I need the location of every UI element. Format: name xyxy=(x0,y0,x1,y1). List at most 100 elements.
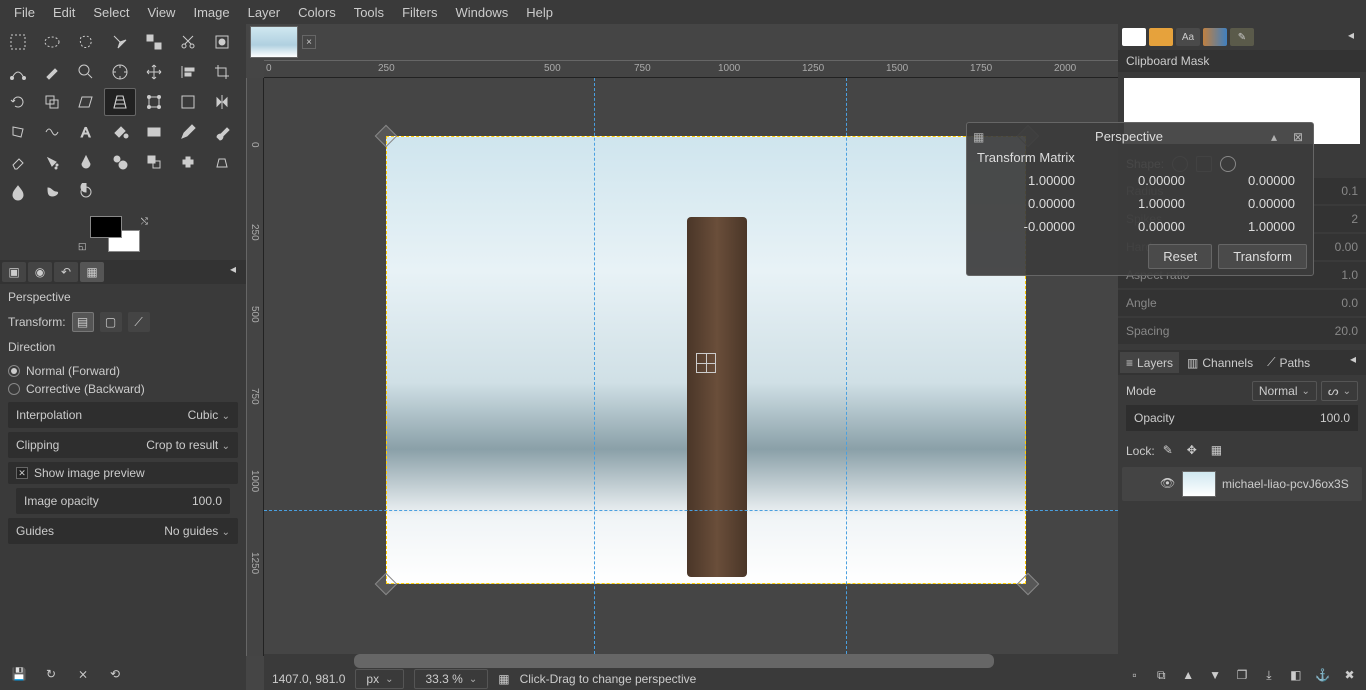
transform-button[interactable]: Transform xyxy=(1218,244,1307,269)
tool-rect-select[interactable] xyxy=(2,28,34,56)
tool-bucket-fill[interactable] xyxy=(104,118,136,146)
duplicate-layer-icon[interactable]: ❐ xyxy=(1230,664,1255,686)
tool-paintbrush[interactable] xyxy=(206,118,238,146)
layer-visibility-icon[interactable]: 👁 xyxy=(1160,476,1176,492)
tool-eraser[interactable] xyxy=(2,148,34,176)
lock-position-icon[interactable]: ✥ xyxy=(1187,443,1203,459)
tool-crop[interactable] xyxy=(206,58,238,86)
fonts-tab[interactable]: Aa xyxy=(1176,28,1200,46)
tab-images[interactable]: ▦ xyxy=(80,262,104,282)
direction-normal-radio[interactable]: Normal (Forward) xyxy=(8,362,238,380)
ruler-horizontal[interactable]: 0 250 500 750 1000 1250 1500 1750 2000 xyxy=(264,60,1118,78)
guide-vertical-2[interactable] xyxy=(846,78,847,654)
paths-tab[interactable]: ⟋ Paths xyxy=(1261,352,1316,373)
lock-pixels-icon[interactable]: ✎ xyxy=(1163,443,1179,459)
horizontal-scrollbar[interactable] xyxy=(264,654,1118,668)
tool-perspective-clone[interactable] xyxy=(206,148,238,176)
perspective-center-icon[interactable] xyxy=(696,353,716,373)
delete-preset-icon[interactable]: ⨯ xyxy=(68,662,98,686)
gradients-tab[interactable] xyxy=(1203,28,1227,46)
tool-rotate[interactable] xyxy=(2,88,34,116)
tool-move[interactable] xyxy=(138,58,170,86)
save-preset-icon[interactable]: 💾 xyxy=(4,662,34,686)
tool-heal[interactable] xyxy=(172,148,204,176)
image-tab-thumb[interactable] xyxy=(250,26,298,58)
tool-foreground-select[interactable] xyxy=(206,28,238,56)
mode-switch[interactable]: ᔕ ⌄ xyxy=(1321,381,1358,401)
clipping-select[interactable]: Clipping Crop to result ⌄ xyxy=(8,432,238,458)
tool-handle-transform[interactable] xyxy=(172,88,204,116)
merge-layer-icon[interactable]: ⤓ xyxy=(1256,664,1281,686)
dialog-close-icon[interactable]: ⊠ xyxy=(1293,130,1307,144)
tool-text[interactable]: A xyxy=(70,118,102,146)
tool-dodge[interactable] xyxy=(70,178,102,206)
channels-tab[interactable]: ▥ Channels xyxy=(1181,352,1259,373)
tool-measure[interactable] xyxy=(104,58,136,86)
tool-shear[interactable] xyxy=(70,88,102,116)
image-tab-close-icon[interactable]: × xyxy=(302,35,316,49)
tool-pencil[interactable] xyxy=(172,118,204,146)
layer-thumbnail[interactable] xyxy=(1182,471,1216,497)
reset-preset-icon[interactable]: ⟲ xyxy=(100,662,130,686)
perspective-dialog[interactable]: ▦ Perspective ▴ ⊠ Transform Matrix 1.000… xyxy=(966,122,1314,276)
layers-dock-menu-icon[interactable]: ◂ xyxy=(1350,352,1364,366)
interpolation-select[interactable]: Interpolation Cubic ⌄ xyxy=(8,402,238,428)
menu-file[interactable]: File xyxy=(6,2,43,23)
tool-scale[interactable] xyxy=(36,88,68,116)
dock-menu-icon[interactable]: ◂ xyxy=(230,262,244,276)
tool-fuzzy-select[interactable] xyxy=(104,28,136,56)
tool-mypaint[interactable] xyxy=(104,148,136,176)
menu-view[interactable]: View xyxy=(140,2,184,23)
new-layer-icon[interactable]: ▫ xyxy=(1122,664,1147,686)
zoom-select[interactable]: 33.3 %⌄ xyxy=(414,669,488,689)
tool-ink[interactable] xyxy=(70,148,102,176)
swap-colors-icon[interactable]: ⤭ xyxy=(141,216,148,227)
tool-smudge[interactable] xyxy=(36,178,68,206)
tool-flip[interactable] xyxy=(206,88,238,116)
tool-warp[interactable] xyxy=(36,118,68,146)
transform-path-button[interactable]: ⟋ xyxy=(128,312,150,332)
transform-layer-button[interactable]: ▤ xyxy=(72,312,94,332)
tab-tool-options[interactable]: ▣ xyxy=(2,262,26,282)
menu-select[interactable]: Select xyxy=(85,2,137,23)
tool-color-picker[interactable] xyxy=(36,58,68,86)
lock-alpha-icon[interactable]: ▦ xyxy=(1211,443,1227,459)
reset-button[interactable]: Reset xyxy=(1148,244,1212,269)
guides-select[interactable]: Guides No guides ⌄ xyxy=(8,518,238,544)
transform-selection-button[interactable]: ▢ xyxy=(100,312,122,332)
unit-select[interactable]: px⌄ xyxy=(355,669,404,689)
ruler-vertical[interactable]: 0 250 500 750 1000 1250 xyxy=(246,78,264,656)
tool-unified-transform[interactable] xyxy=(138,88,170,116)
direction-corrective-radio[interactable]: Corrective (Backward) xyxy=(8,380,238,398)
brush-dock-menu-icon[interactable]: ◂ xyxy=(1348,28,1362,42)
tool-by-color-select[interactable] xyxy=(138,28,170,56)
menu-help[interactable]: Help xyxy=(518,2,561,23)
patterns-tab[interactable] xyxy=(1149,28,1173,46)
tool-align[interactable] xyxy=(172,58,204,86)
tool-clone[interactable] xyxy=(138,148,170,176)
tool-free-select[interactable] xyxy=(70,28,102,56)
layer-name[interactable]: michael-liao-pcvJ6ox3S xyxy=(1222,477,1349,491)
show-preview-checkbox[interactable]: ✕Show image preview xyxy=(8,462,238,484)
lower-layer-icon[interactable]: ▼ xyxy=(1203,664,1228,686)
restore-preset-icon[interactable]: ↻ xyxy=(36,662,66,686)
paint-dynamics-tab[interactable]: ✎ xyxy=(1230,28,1254,46)
tool-scissors[interactable] xyxy=(172,28,204,56)
mode-select[interactable]: Normal⌄ xyxy=(1252,381,1317,401)
new-group-icon[interactable]: ⧉ xyxy=(1149,664,1174,686)
foreground-color[interactable] xyxy=(90,216,122,238)
dialog-collapse-icon[interactable]: ▴ xyxy=(1271,130,1285,144)
spacing-slider[interactable]: Spacing20.0 xyxy=(1118,318,1366,344)
reset-colors-icon[interactable]: ◱ xyxy=(78,241,87,252)
mask-layer-icon[interactable]: ◧ xyxy=(1283,664,1308,686)
menu-edit[interactable]: Edit xyxy=(45,2,83,23)
tab-undo-history[interactable]: ↶ xyxy=(54,262,78,282)
menu-filters[interactable]: Filters xyxy=(394,2,445,23)
tool-perspective[interactable] xyxy=(104,88,136,116)
tool-blur[interactable] xyxy=(2,178,34,206)
menu-colors[interactable]: Colors xyxy=(290,2,344,23)
brushes-tab[interactable] xyxy=(1122,28,1146,46)
raise-layer-icon[interactable]: ▲ xyxy=(1176,664,1201,686)
menu-layer[interactable]: Layer xyxy=(240,2,289,23)
color-swatch[interactable]: ⤭ ◱ xyxy=(90,216,140,252)
